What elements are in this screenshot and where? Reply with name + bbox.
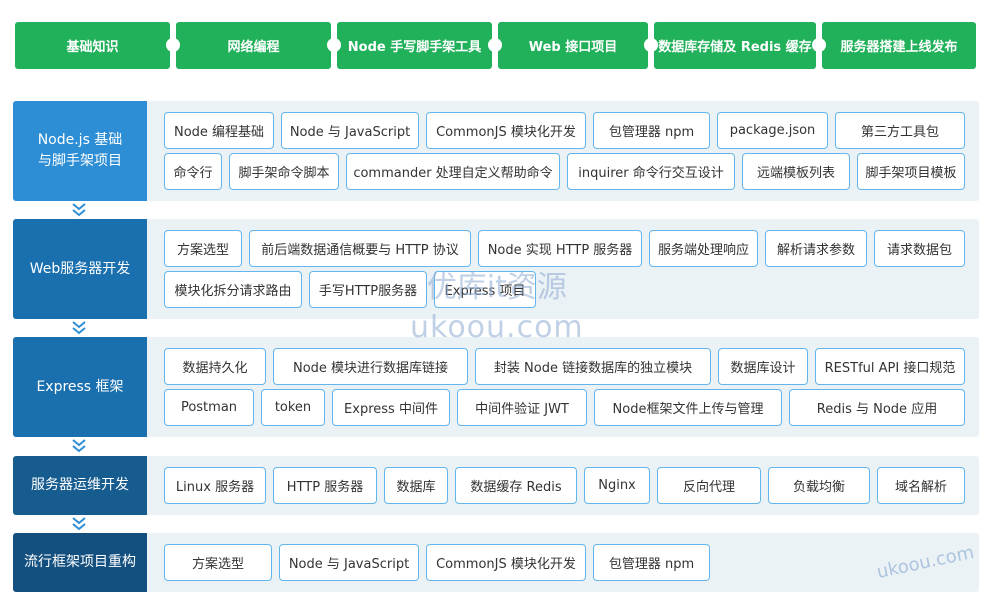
topic-tag[interactable]: 方案选型 [164,544,272,581]
section-title: Express 框架 [13,337,147,437]
step-label: 数据库存储及 Redis 缓存 [658,40,812,55]
topic-tag[interactable]: 解析请求参数 [765,230,867,267]
topic-tag[interactable]: Linux 服务器 [164,467,266,504]
roadmap-step-bar: 基础知识 网络编程 Node 手写脚手架工具 Web 接口项目 数据库存储及 R… [15,22,976,69]
tag-row: Postman token Express 中间件 中间件验证 JWT Node… [164,389,971,426]
section-title-text: Express 框架 [36,378,124,395]
topic-tag[interactable]: 数据库设计 [718,348,808,385]
section-title: 服务器运维开发 [13,456,147,515]
topic-tag[interactable]: commander 处理自定义帮助命令 [346,153,560,190]
step-basics[interactable]: 基础知识 [15,22,180,69]
topic-tag[interactable]: Nginx [584,467,650,504]
topic-tag[interactable]: inquirer 命令行交互设计 [567,153,735,190]
tag-row: 方案选型 前后端数据通信概要与 HTTP 协议 Node 实现 HTTP 服务器… [164,230,971,267]
topic-tag[interactable]: Node 实现 HTTP 服务器 [478,230,642,267]
tag-row: Node 编程基础 Node 与 JavaScript CommonJS 模块化… [164,112,971,149]
tag-row: 模块化拆分请求路由 手写HTTP服务器 Express 项目 [164,271,971,308]
tag-row: 命令行 脚手架命令脚本 commander 处理自定义帮助命令 inquirer… [164,153,971,190]
section-title: Web服务器开发 [13,219,147,319]
section-web-server: Web服务器开发 方案选型 前后端数据通信概要与 HTTP 协议 Node 实现… [13,219,979,319]
topic-tag[interactable]: 包管理器 npm [593,544,710,581]
topic-tag[interactable]: 数据持久化 [164,348,266,385]
step-network[interactable]: 网络编程 [176,22,341,69]
topic-tag[interactable]: Express 中间件 [332,389,450,426]
step-server-deploy[interactable]: 服务器搭建上线发布 [822,22,976,69]
topic-tag[interactable]: 前后端数据通信概要与 HTTP 协议 [249,230,471,267]
step-label: 基础知识 [66,40,119,55]
topic-tag[interactable]: 脚手架命令脚本 [229,153,339,190]
step-connector-dot [488,38,502,52]
section-title: 流行框架项目重构 [13,533,147,592]
tag-row: 数据持久化 Node 模块进行数据库链接 封装 Node 链接数据库的独立模块 … [164,348,971,385]
step-web-api[interactable]: Web 接口项目 [498,22,658,69]
topic-tag[interactable]: HTTP 服务器 [273,467,377,504]
step-label: 服务器搭建上线发布 [840,40,958,55]
topic-tag[interactable]: package.json [717,112,828,149]
topic-tag[interactable]: 服务端处理响应 [649,230,758,267]
step-label: 网络编程 [227,40,280,55]
topic-tag[interactable]: 脚手架项目模板 [857,153,965,190]
step-scaffold[interactable]: Node 手写脚手架工具 [337,22,502,69]
topic-tag[interactable]: token [261,389,325,426]
topic-tag[interactable]: Node 与 JavaScript [279,544,419,581]
step-database-redis[interactable]: 数据库存储及 Redis 缓存 [654,22,826,69]
section-title-text: 服务器运维开发 [31,477,129,493]
section-title-text: 流行框架项目重构 [24,554,136,570]
double-chevron-down-icon [72,321,86,335]
section-express-framework: Express 框架 数据持久化 Node 模块进行数据库链接 封装 Node … [13,337,979,437]
topic-tag[interactable]: RESTful API 接口规范 [815,348,965,385]
step-connector-dot [644,38,658,52]
topic-tag[interactable]: 命令行 [164,153,222,190]
topic-tag[interactable]: Express 项目 [434,271,536,308]
topic-tag[interactable]: Node 编程基础 [164,112,274,149]
section-title-text: Web服务器开发 [29,260,131,277]
step-connector-dot [812,38,826,52]
topic-tag[interactable]: 模块化拆分请求路由 [164,271,302,308]
topic-tag[interactable]: 反向代理 [657,467,761,504]
double-chevron-down-icon [72,203,86,217]
section-nodejs-basics: Node.js 基础 与脚手架项目 Node 编程基础 Node 与 JavaS… [13,101,979,201]
step-label: Web 接口项目 [528,40,618,55]
topic-tag[interactable]: 数据缓存 Redis [455,467,577,504]
topic-tag[interactable]: 远端模板列表 [742,153,850,190]
topic-tag[interactable]: Node 模块进行数据库链接 [273,348,468,385]
topic-tag[interactable]: 包管理器 npm [593,112,710,149]
step-label: Node 手写脚手架工具 [347,40,482,55]
step-connector-dot [327,38,341,52]
section-title-text: Node.js 基础 与脚手架项目 [37,132,123,169]
topic-tag[interactable]: 手写HTTP服务器 [309,271,427,308]
topic-tag[interactable]: Node 与 JavaScript [281,112,419,149]
tag-row: 方案选型 Node 与 JavaScript CommonJS 模块化开发 包管… [164,544,971,581]
topic-tag[interactable]: 负载均衡 [768,467,870,504]
topic-tag[interactable]: CommonJS 模块化开发 [426,112,586,149]
topic-tag[interactable]: 方案选型 [164,230,242,267]
topic-tag[interactable]: Node框架文件上传与管理 [594,389,782,426]
topic-tag[interactable]: 封装 Node 链接数据库的独立模块 [475,348,711,385]
topic-tag[interactable]: 请求数据包 [874,230,965,267]
topic-tag[interactable]: 中间件验证 JWT [457,389,587,426]
topic-tag[interactable]: 域名解析 [877,467,965,504]
topic-tag[interactable]: CommonJS 模块化开发 [426,544,586,581]
double-chevron-down-icon [72,439,86,453]
topic-tag[interactable]: 第三方工具包 [835,112,965,149]
step-connector-dot [166,38,180,52]
topic-tag[interactable]: 数据库 [384,467,448,504]
topic-tag[interactable]: Postman [164,389,254,426]
topic-tag[interactable]: Redis 与 Node 应用 [789,389,965,426]
section-server-ops: 服务器运维开发 Linux 服务器 HTTP 服务器 数据库 数据缓存 Redi… [13,456,979,515]
tag-row: Linux 服务器 HTTP 服务器 数据库 数据缓存 Redis Nginx … [164,467,971,504]
double-chevron-down-icon [72,517,86,531]
section-title: Node.js 基础 与脚手架项目 [13,101,147,201]
section-framework-refactor: 流行框架项目重构 方案选型 Node 与 JavaScript CommonJS… [13,533,979,592]
